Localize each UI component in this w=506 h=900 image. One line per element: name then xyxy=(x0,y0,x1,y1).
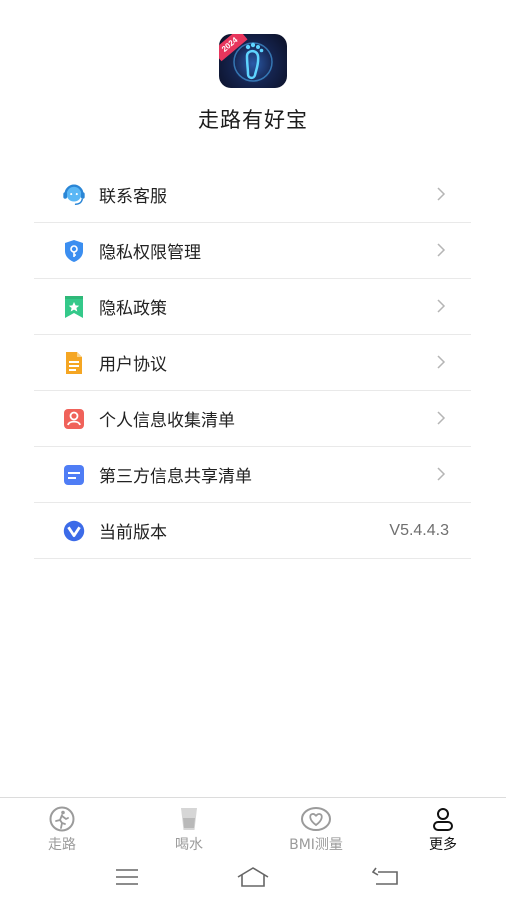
tab-label: 喝水 xyxy=(175,837,203,853)
privacy-shield-icon xyxy=(61,238,87,264)
user-icon xyxy=(433,808,453,831)
chevron-right-icon xyxy=(437,187,446,201)
tab-walk[interactable]: 走路 xyxy=(17,806,107,854)
menu-item-privacy-permissions[interactable]: 隐私权限管理 xyxy=(34,223,471,279)
back-icon[interactable] xyxy=(372,866,400,888)
policy-star-icon xyxy=(61,294,87,320)
customer-service-icon xyxy=(61,182,87,208)
version-value: V5.4.4.3 xyxy=(389,521,449,539)
tab-label: BMI测量 xyxy=(289,837,343,853)
settings-menu: 联系客服 隐私权限管理 隐私政策 用户协议 个人信息收集清单 第三方信息共享清单… xyxy=(34,167,471,559)
share-list-icon xyxy=(61,462,87,488)
app-header: 2024 走路有好宝 xyxy=(0,0,506,160)
tab-bmi[interactable]: BMI测量 xyxy=(271,806,361,854)
chevron-right-icon xyxy=(437,243,446,257)
chevron-right-icon xyxy=(437,355,446,369)
menu-icon[interactable] xyxy=(114,866,140,888)
home-icon[interactable] xyxy=(236,866,270,888)
menu-item-personal-info-list[interactable]: 个人信息收集清单 xyxy=(34,391,471,447)
chevron-right-icon xyxy=(437,299,446,313)
tab-label: 更多 xyxy=(429,837,457,853)
version-v-icon xyxy=(61,518,87,544)
menu-item-current-version[interactable]: 当前版本 V5.4.4.3 xyxy=(34,503,471,559)
menu-item-label: 隐私权限管理 xyxy=(99,243,201,263)
menu-item-user-agreement[interactable]: 用户协议 xyxy=(34,335,471,391)
app-logo: 2024 xyxy=(219,34,287,88)
system-navigation-bar xyxy=(0,858,506,900)
document-icon xyxy=(61,350,87,376)
tab-water[interactable]: 喝水 xyxy=(144,806,234,854)
menu-item-label: 个人信息收集清单 xyxy=(99,411,235,431)
menu-item-privacy-policy[interactable]: 隐私政策 xyxy=(34,279,471,335)
bottom-tab-bar: 走路 喝水 BMI测量 更多 xyxy=(0,797,506,856)
menu-item-label: 隐私政策 xyxy=(99,299,167,319)
tab-label: 走路 xyxy=(48,837,76,853)
menu-item-label: 当前版本 xyxy=(99,523,167,543)
chevron-right-icon xyxy=(437,411,446,425)
personal-info-icon xyxy=(61,406,87,432)
chevron-right-icon xyxy=(437,467,446,481)
menu-item-third-party-share-list[interactable]: 第三方信息共享清单 xyxy=(34,447,471,503)
menu-item-label: 用户协议 xyxy=(99,355,167,375)
tab-more[interactable]: 更多 xyxy=(398,806,488,854)
water-cup-icon xyxy=(181,808,197,830)
menu-item-customer-service[interactable]: 联系客服 xyxy=(34,167,471,223)
walk-icon xyxy=(49,806,75,832)
menu-item-label: 第三方信息共享清单 xyxy=(99,467,252,487)
app-name: 走路有好宝 xyxy=(198,108,308,132)
heart-icon xyxy=(301,807,331,831)
menu-item-label: 联系客服 xyxy=(99,187,167,207)
